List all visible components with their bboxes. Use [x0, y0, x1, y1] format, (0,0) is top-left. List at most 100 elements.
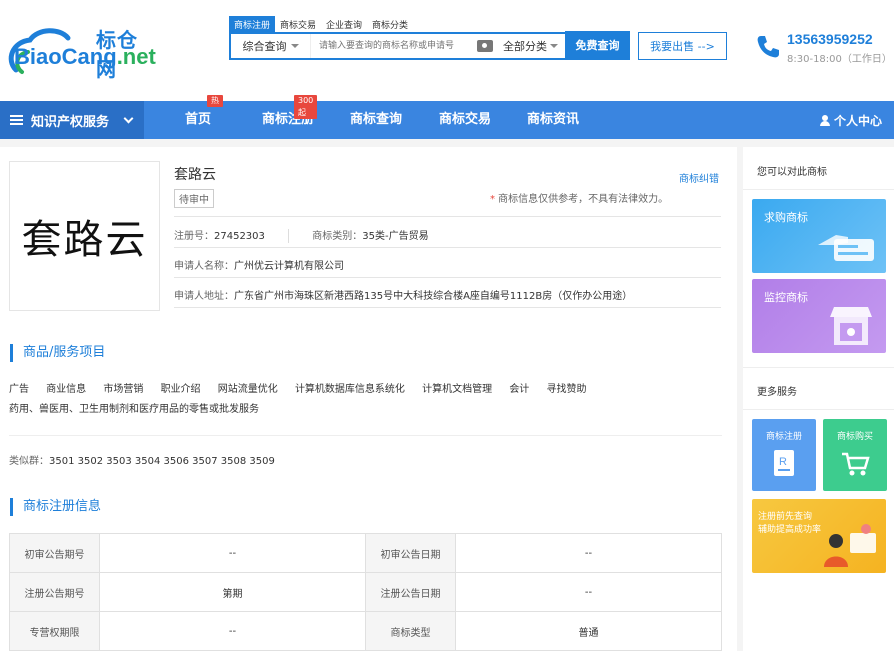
goods-item: 商业信息: [46, 384, 87, 395]
monitor-card-label: 监控商标: [764, 291, 808, 304]
similar-label: 类似群：: [9, 456, 49, 467]
divider: [174, 307, 721, 308]
separator: [288, 229, 290, 243]
nav-badge-hot: 热: [207, 95, 223, 107]
goods-line: 药用、兽医用、卫生用制剂和医疗用品的零售或批发服务: [9, 404, 259, 415]
goods-section-title: 商品/服务项目: [10, 344, 105, 362]
table-key: 商标类型: [365, 611, 456, 651]
registration-section-title: 商标注册信息: [10, 498, 101, 516]
reg-no-label: 注册号：: [174, 231, 214, 242]
search-box: 综合查询 全部分类 免费查询: [229, 31, 630, 60]
table-value: --: [455, 572, 722, 612]
ip-service-label: 知识产权服务: [31, 114, 110, 130]
reg-no-value: 27452303: [214, 231, 265, 242]
logo-en-text: BiaoCang.net: [14, 44, 156, 70]
camera-icon[interactable]: [477, 40, 493, 52]
search-category-select[interactable]: 全部分类: [503, 38, 565, 54]
nav-item-trade[interactable]: 商标交易: [439, 101, 491, 139]
nav-item-register[interactable]: 商标注册 300起: [262, 95, 318, 139]
search-input[interactable]: [311, 34, 477, 58]
nav-item-search[interactable]: 商标查询: [350, 101, 402, 139]
goods-list: 广告 商业信息 市场营销 职业介绍 网站流量优化 计算机数据库信息系统化 计算机…: [9, 380, 724, 420]
table-key: 注册公告日期: [365, 572, 456, 612]
search-category-label: 全部分类: [503, 40, 547, 53]
disclaimer-note: * 商标信息仅供参考，不具有法律效力。: [490, 190, 668, 205]
nav-badge-price: 300起: [294, 95, 318, 119]
table-value: 第期: [99, 572, 366, 612]
caret-down-icon: [290, 44, 299, 48]
main-nav: 知识产权服务 首页 热 商标注册 300起 商标查询 商标交易 商标资讯 个人中…: [0, 95, 894, 139]
mini-register-card[interactable]: 商标注册 R: [752, 419, 816, 491]
table-value: --: [99, 611, 366, 651]
svg-text:R: R: [779, 456, 787, 468]
similar-groups: 类似群：3501 3502 3503 3504 3506 3507 3508 3…: [9, 452, 275, 467]
user-icon: [819, 114, 830, 126]
buy-card-label: 求购商标: [764, 211, 808, 224]
correct-link[interactable]: 商标纠错: [679, 170, 719, 185]
sell-button[interactable]: 我要出售 -->: [638, 32, 727, 60]
sidebar: 您可以对此商标 求购商标 监控商标 更多服务 商标注册 R 商标购买 注册前先查…: [743, 147, 894, 651]
divider: [743, 409, 894, 410]
logo-en-main: BiaoCang: [14, 44, 117, 69]
user-center-link[interactable]: 个人中心: [819, 101, 882, 139]
table-key: 初审公告期号: [9, 533, 100, 573]
table-key: 专营权期限: [9, 611, 100, 651]
address-value: 广东省广州市海珠区新港西路135号中大科技综合楼A座自编号1112B房（仅作办公…: [234, 291, 633, 302]
registration-table: 初审公告期号 -- 初审公告日期 -- 注册公告期号 第期 注册公告日期 -- …: [9, 533, 722, 651]
divider: [174, 277, 721, 278]
compare-title: 您可以对此商标: [757, 167, 827, 178]
goods-item: 市场营销: [103, 384, 144, 395]
table-value: --: [455, 533, 722, 573]
reg-class-row: 注册号：27452303 商标类别：35类-广告贸易: [174, 227, 429, 243]
search-tab-trade[interactable]: 商标交易: [275, 16, 321, 32]
registered-document-icon: R: [774, 450, 794, 476]
applicant-row: 申请人名称：广州优云计算机有限公司: [174, 257, 344, 272]
phone-icon: [757, 36, 779, 58]
phone-hours: 8:30-18:00（工作日）: [787, 54, 892, 65]
search-tab-company[interactable]: 企业查询: [321, 16, 367, 32]
monitor-trademark-card[interactable]: 监控商标: [752, 279, 886, 353]
nav-item-news[interactable]: 商标资讯: [527, 101, 579, 139]
card-hand-icon: [818, 235, 874, 261]
goods-item: 网站流量优化: [217, 384, 278, 395]
divider: [174, 247, 721, 248]
divider: [743, 189, 894, 190]
table-row: 初审公告期号 -- 初审公告日期 --: [9, 533, 722, 573]
mini-buy-card[interactable]: 商标购买: [823, 419, 887, 491]
search-tab-class[interactable]: 商标分类: [367, 16, 413, 32]
similar-value: 3501 3502 3503 3504 3506 3507 3508 3509: [49, 456, 275, 467]
trademark-name: 套路云: [174, 167, 216, 183]
goods-item: 职业介绍: [160, 384, 201, 395]
address-label: 申请人地址：: [174, 291, 234, 302]
nav-item-label: 首页: [185, 112, 212, 127]
table-row: 注册公告期号 第期 注册公告日期 --: [9, 572, 722, 612]
search-tab-register[interactable]: 商标注册: [229, 16, 276, 32]
note-text: 商标信息仅供参考，不具有法律效力。: [495, 194, 669, 205]
logo-en-suffix: .net: [116, 44, 156, 69]
consultant-icon: [824, 524, 876, 567]
divider: [743, 367, 894, 368]
table-key: 注册公告期号: [9, 572, 100, 612]
search-mode-select[interactable]: 综合查询: [231, 34, 311, 58]
divider: [174, 216, 721, 217]
user-center-label: 个人中心: [833, 113, 882, 128]
mini-buy-label: 商标购买: [836, 432, 873, 442]
class-label: 商标类别：: [312, 231, 363, 242]
shop-icon: [830, 307, 872, 345]
buy-trademark-card[interactable]: 求购商标: [752, 199, 886, 273]
table-row: 专营权期限 -- 商标类型 普通: [9, 611, 722, 651]
nav-item-home[interactable]: 首页 热: [185, 95, 223, 139]
ip-service-menu[interactable]: 知识产权服务: [0, 101, 144, 139]
chevron-down-icon: [123, 113, 134, 123]
header: 标仓网 BiaoCang.net 商标注册 商标交易 企业查询 商标分类 综合查…: [0, 0, 894, 101]
search-tabs: 商标注册 商标交易 企业查询 商标分类: [229, 16, 413, 32]
more-services-title: 更多服务: [757, 387, 797, 398]
logo[interactable]: 标仓网 BiaoCang.net: [6, 20, 156, 81]
status-badge: 待审中: [174, 189, 214, 208]
advice-card[interactable]: 注册前先查询 辅助提高成功率: [752, 499, 886, 573]
applicant-label: 申请人名称：: [174, 261, 234, 272]
shopping-cart-icon: [842, 452, 870, 476]
menu-icon: [10, 115, 23, 125]
search-button[interactable]: 免费查询: [565, 31, 630, 59]
table-value: --: [99, 533, 366, 573]
